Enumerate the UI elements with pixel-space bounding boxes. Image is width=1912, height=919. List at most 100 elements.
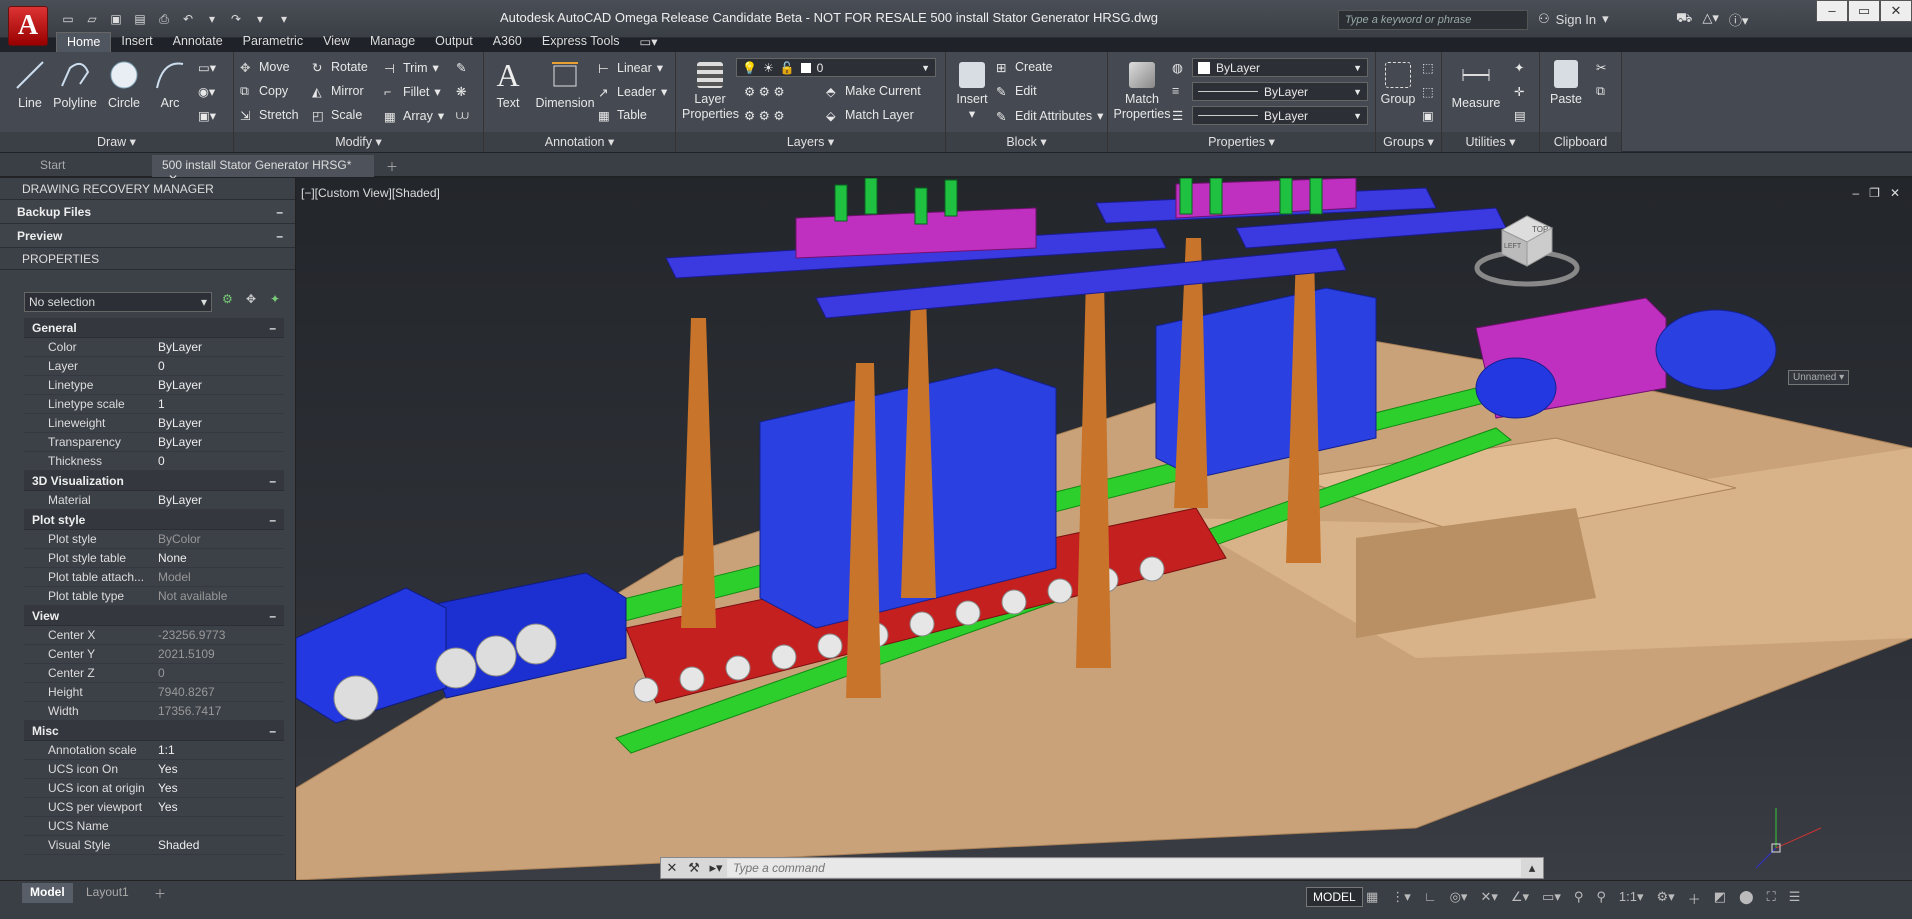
quick-select-icon[interactable]: ✦	[270, 292, 280, 306]
calculator-icon[interactable]: ▤	[1514, 108, 1526, 123]
match-layer-button[interactable]: ⬙ Match Layer	[826, 108, 914, 123]
arc-button[interactable]: Arc	[150, 58, 190, 111]
command-history-icon[interactable]: ▸▾	[705, 858, 727, 878]
text-button[interactable]: A Text	[488, 58, 528, 111]
array-button[interactable]: ▦ Array ▾	[384, 108, 444, 124]
collapse-icon[interactable]: –	[276, 200, 283, 224]
ortho-icon[interactable]: ∟	[1424, 889, 1437, 908]
osnap-icon[interactable]: ✕▾	[1480, 889, 1497, 908]
property-value[interactable]	[154, 817, 284, 835]
property-value[interactable]: Yes	[154, 760, 284, 778]
region-icon[interactable]: ▣▾	[198, 108, 216, 123]
layer-dropdown[interactable]: 💡 ☀ 🔓 0 ▼	[736, 58, 936, 77]
properties-panel-label[interactable]: Properties ▾	[1108, 132, 1375, 152]
add-layout-button[interactable]: ＋	[146, 883, 174, 903]
group-edit-icon[interactable]: ⬚	[1422, 84, 1434, 99]
named-view-dropdown[interactable]: Unnamed ▾	[1788, 370, 1850, 385]
ribbon-options-icon[interactable]: ▭▾	[629, 32, 667, 52]
lineweight-dropdown[interactable]: ByLayer ▼	[1192, 106, 1368, 125]
redo-icon[interactable]: ↷	[226, 9, 246, 29]
annotation-autoscale-icon[interactable]: ⚲	[1596, 889, 1606, 908]
table-button[interactable]: ▦ Table	[598, 108, 647, 123]
point-icon[interactable]: ✛	[1514, 84, 1524, 99]
close-viewport-icon[interactable]: ✕	[1890, 186, 1900, 200]
command-input[interactable]	[727, 859, 1521, 877]
property-value[interactable]: 1	[154, 395, 284, 413]
linetype-dropdown[interactable]: ByLayer ▼	[1192, 82, 1368, 101]
tab-a360[interactable]: A360	[483, 32, 532, 52]
polar-icon[interactable]: ◎▾	[1450, 889, 1468, 908]
new-icon[interactable]: ▭	[58, 9, 78, 29]
category-view[interactable]: View –	[24, 606, 284, 626]
drawing-viewport[interactable]: [−][Custom View][Shaded] – ❐ ✕ TOP LEFT …	[296, 178, 1912, 880]
fillet-button[interactable]: ⌐ Fillet ▾	[384, 84, 441, 100]
insert-button[interactable]: Insert ▾	[952, 58, 992, 122]
rectangle-icon[interactable]: ▭▾	[198, 60, 216, 75]
tab-express-tools[interactable]: Express Tools	[532, 32, 630, 52]
redo-dropdown-icon[interactable]: ▾	[250, 9, 270, 29]
grid-icon[interactable]: ▦	[1366, 889, 1378, 908]
property-value[interactable]: None	[154, 549, 284, 567]
tab-model[interactable]: Model	[22, 883, 73, 903]
mirror-button[interactable]: ◭ Mirror	[312, 84, 364, 99]
property-row[interactable]: Width 17356.7417	[24, 702, 284, 721]
tab-parametric[interactable]: Parametric	[233, 32, 313, 52]
a360-icon[interactable]: △▾	[1702, 10, 1719, 29]
group-select-icon[interactable]: ▣	[1422, 108, 1434, 123]
property-row[interactable]: Color ByLayer	[24, 338, 284, 357]
category-misc[interactable]: Misc –	[24, 721, 284, 741]
undo-icon[interactable]: ↶	[178, 9, 198, 29]
property-value[interactable]: ByLayer	[154, 376, 284, 394]
scale-button[interactable]: ◰ Scale	[312, 108, 362, 123]
property-value[interactable]: ByColor	[154, 530, 284, 548]
layers-panel-label[interactable]: Layers ▾	[676, 132, 945, 152]
isolate-icon[interactable]: ◩	[1714, 889, 1726, 908]
viewcube[interactable]: TOP LEFT	[1472, 208, 1582, 288]
match-properties-button[interactable]: Match Properties	[1112, 58, 1172, 122]
property-value[interactable]: 7940.8267	[154, 683, 284, 701]
collapse-icon[interactable]: –	[269, 606, 276, 626]
property-value[interactable]: ByLayer	[154, 414, 284, 432]
tab-layout1[interactable]: Layout1	[78, 883, 137, 903]
save-as-icon[interactable]: ▤	[130, 9, 150, 29]
category-general[interactable]: General –	[24, 318, 284, 338]
category-plotstyle[interactable]: Plot style –	[24, 510, 284, 530]
property-value[interactable]: 0	[154, 452, 284, 470]
layer-properties-button[interactable]: Layer Properties	[682, 58, 739, 122]
customization-icon[interactable]: ☰	[1789, 889, 1801, 908]
property-row[interactable]: Material ByLayer	[24, 491, 284, 510]
leader-button[interactable]: ↗ Leader ▾	[598, 84, 667, 100]
cut-icon[interactable]: ✂	[1596, 60, 1606, 75]
draw-panel-label[interactable]: Draw ▾	[0, 132, 233, 152]
property-value[interactable]: Yes	[154, 798, 284, 816]
otrack-icon[interactable]: ∠▾	[1511, 889, 1529, 908]
property-value[interactable]: Model	[154, 568, 284, 586]
lineweight-toggle-icon[interactable]: ▭▾	[1542, 889, 1561, 908]
lineweight-icon[interactable]: ☰	[1172, 108, 1183, 123]
category-visual3d[interactable]: 3D Visualization –	[24, 471, 284, 491]
tab-manage[interactable]: Manage	[360, 32, 425, 52]
collapse-icon[interactable]: –	[269, 721, 276, 741]
linetype-icon[interactable]: ≡	[1172, 84, 1179, 98]
layer-tools-row2[interactable]: ⚙ ⚙ ⚙	[744, 108, 785, 123]
block-panel-label[interactable]: Block ▾	[946, 132, 1107, 152]
edit-attributes-button[interactable]: ✎ Edit Attributes ▾	[996, 108, 1103, 124]
rotate-button[interactable]: ↻ Rotate	[312, 60, 368, 75]
create-block-button[interactable]: ⊞ Create	[996, 60, 1053, 75]
tab-view[interactable]: View	[313, 32, 360, 52]
edit-block-button[interactable]: ✎ Edit	[996, 84, 1037, 99]
property-value[interactable]: 0	[154, 357, 284, 375]
ungroup-icon[interactable]: ⬚	[1422, 60, 1434, 75]
tab-output[interactable]: Output	[425, 32, 483, 52]
minimize-button[interactable]: –	[1816, 0, 1848, 22]
property-row[interactable]: Plot style table None	[24, 549, 284, 568]
property-value[interactable]: ByLayer	[154, 491, 284, 509]
layer-tools-row1[interactable]: ⚙ ⚙ ⚙	[744, 84, 785, 99]
preview-section[interactable]: Preview –	[0, 224, 295, 248]
property-value[interactable]: 0	[154, 664, 284, 682]
erase-icon[interactable]: ✎	[456, 60, 466, 75]
tab-start[interactable]: Start	[30, 155, 148, 177]
property-value[interactable]: Not available	[154, 587, 284, 605]
property-value[interactable]: 17356.7417	[154, 702, 284, 720]
property-row[interactable]: UCS icon at origin Yes	[24, 779, 284, 798]
